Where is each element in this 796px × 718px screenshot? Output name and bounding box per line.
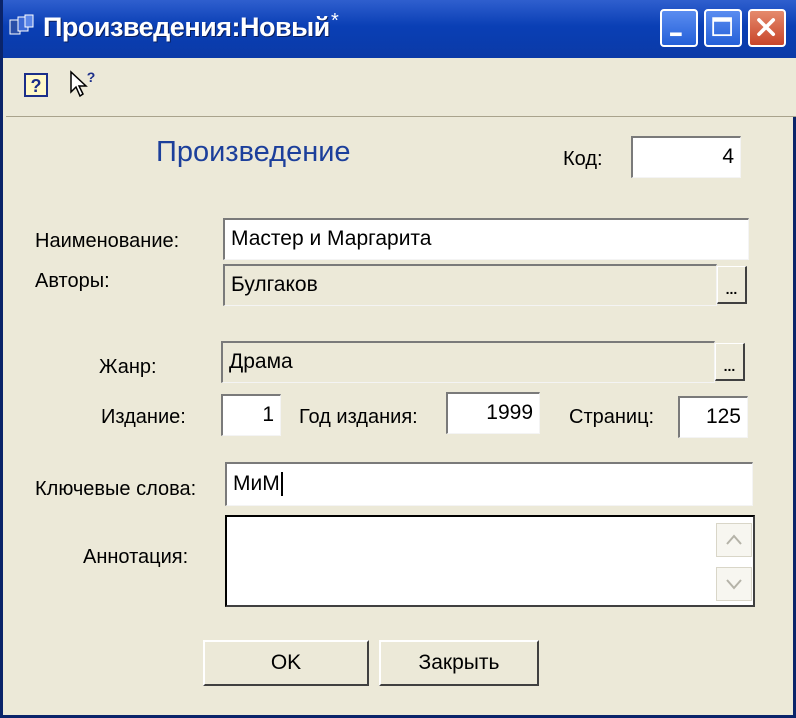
genre-field[interactable]: Драма xyxy=(221,341,715,383)
year-field[interactable]: 1999 xyxy=(446,392,540,434)
pages-field[interactable]: 125 xyxy=(678,396,748,438)
window-title: Произведения:Новый xyxy=(43,12,330,42)
scroll-down-button[interactable] xyxy=(716,567,752,601)
authors-label: Авторы: xyxy=(35,270,110,292)
title-bar[interactable]: Произведения:Новый * xyxy=(3,0,796,58)
scroll-up-button[interactable] xyxy=(716,523,752,557)
maximize-icon xyxy=(712,17,732,37)
annotation-field[interactable] xyxy=(225,515,755,607)
genre-select-button[interactable]: ... xyxy=(715,343,745,381)
annotation-label: Аннотация: xyxy=(83,546,189,568)
genre-label: Жанр: xyxy=(99,356,157,378)
edition-label: Издание: xyxy=(101,406,186,428)
form-heading: Произведение xyxy=(156,136,351,168)
svg-text:?: ? xyxy=(87,69,96,85)
maximize-button[interactable] xyxy=(704,9,742,47)
pages-label: Страниц: xyxy=(569,406,655,428)
keywords-value: МиМ xyxy=(233,472,280,495)
code-label: Код: xyxy=(563,148,603,170)
close-window-button[interactable] xyxy=(748,9,786,47)
authors-select-button[interactable]: ... xyxy=(717,266,747,304)
dialog-window: Произведения:Новый * ? ? Произведение Ко… xyxy=(0,0,796,718)
scroll-up-icon xyxy=(726,534,742,545)
keywords-field[interactable]: МиМ xyxy=(225,462,753,506)
ok-button[interactable]: OK xyxy=(203,640,369,686)
text-caret xyxy=(280,472,283,497)
whats-this-icon[interactable]: ? xyxy=(67,68,99,100)
toolbar xyxy=(6,58,796,117)
code-field[interactable]: 4 xyxy=(631,136,741,178)
minimize-icon xyxy=(670,32,682,37)
svg-text:?: ? xyxy=(31,76,42,96)
name-field[interactable]: Мастер и Маргарита xyxy=(223,218,749,260)
authors-field[interactable]: Булгаков xyxy=(223,264,717,306)
app-icon xyxy=(9,14,34,35)
minimize-button[interactable] xyxy=(660,9,698,47)
scroll-down-icon xyxy=(726,579,742,590)
keywords-label: Ключевые слова: xyxy=(35,478,197,500)
name-label: Наименование: xyxy=(35,230,180,252)
modified-mark: * xyxy=(331,10,339,32)
help-icon[interactable]: ? xyxy=(23,72,49,98)
year-label: Год издания: xyxy=(299,406,418,428)
close-button[interactable]: Закрыть xyxy=(379,640,539,686)
edition-field[interactable]: 1 xyxy=(221,394,281,436)
close-icon xyxy=(757,18,776,37)
